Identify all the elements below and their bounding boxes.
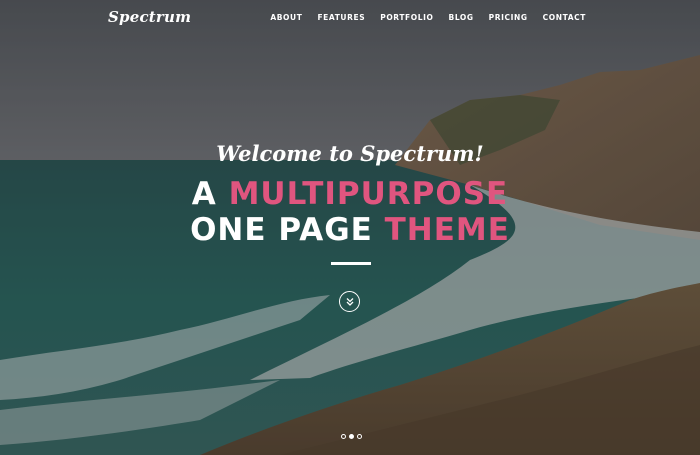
headline-line-1-white: A [191, 176, 229, 212]
headline-line-2: ONE PAGE THEME [0, 212, 700, 248]
hero-welcome-text: Welcome to Spectrum! [216, 141, 484, 166]
nav-item-pricing[interactable]: PRICING [489, 13, 528, 22]
slider-dot-1[interactable] [341, 434, 346, 439]
nav-item-blog[interactable]: BLOG [449, 13, 474, 22]
main-nav: ABOUT FEATURES PORTFOLIO BLOG PRICING CO… [270, 13, 586, 22]
hero-headline: A MULTIPURPOSE ONE PAGE THEME [0, 176, 700, 248]
scroll-down-button[interactable] [339, 291, 360, 312]
brand-logo[interactable]: Spectrum [108, 8, 191, 26]
headline-line-2-white: ONE PAGE [190, 212, 385, 248]
nav-item-contact[interactable]: CONTACT [543, 13, 586, 22]
slider-dot-2[interactable] [349, 434, 354, 439]
hero-section: Spectrum ABOUT FEATURES PORTFOLIO BLOG P… [0, 0, 700, 455]
headline-line-2-accent: THEME [384, 212, 510, 248]
nav-item-about[interactable]: ABOUT [270, 13, 302, 22]
headline-line-1: A MULTIPURPOSE [0, 176, 700, 212]
hero-divider [331, 262, 371, 265]
slider-pagination [341, 434, 362, 439]
slider-dot-3[interactable] [357, 434, 362, 439]
navbar: Spectrum ABOUT FEATURES PORTFOLIO BLOG P… [0, 0, 700, 36]
nav-item-features[interactable]: FEATURES [317, 13, 365, 22]
chevron-double-down-icon [346, 297, 353, 306]
headline-line-1-accent: MULTIPURPOSE [228, 176, 509, 212]
nav-item-portfolio[interactable]: PORTFOLIO [380, 13, 433, 22]
